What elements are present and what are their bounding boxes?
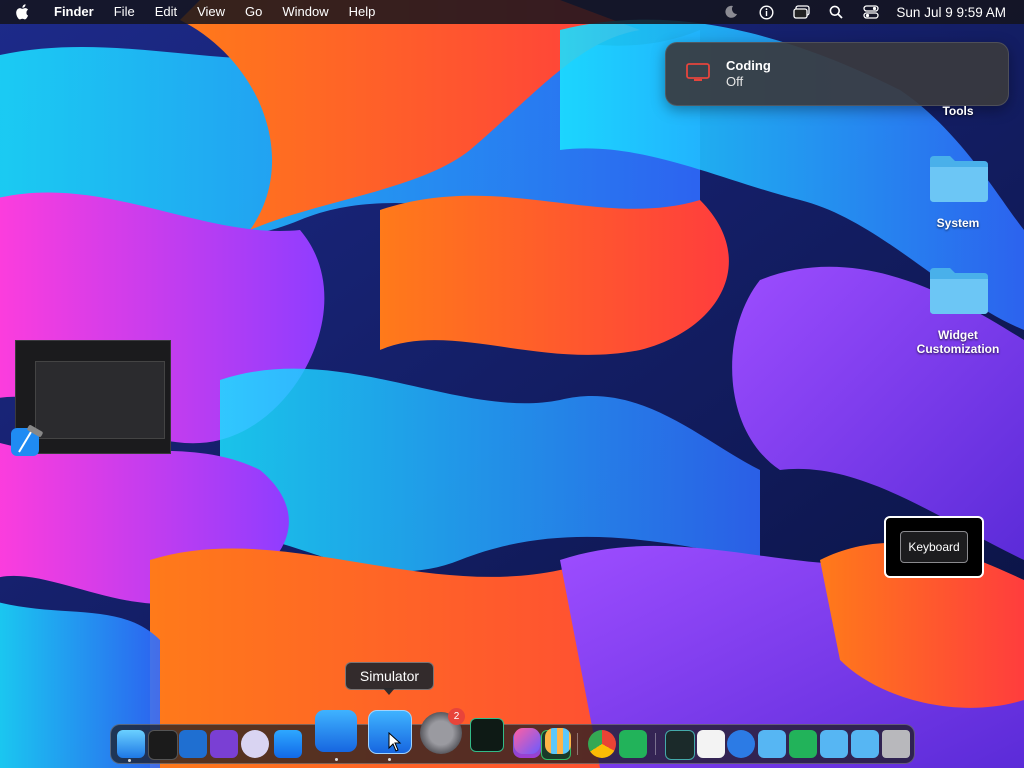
visual-studio-icon[interactable]: [210, 730, 238, 758]
mouse-pointer-icon: [388, 732, 402, 752]
folder-icon[interactable]: [758, 730, 786, 758]
terminal-icon[interactable]: [148, 730, 178, 760]
notification-badge: 2: [448, 708, 465, 725]
thumbnail-content: [35, 361, 165, 439]
keyboard-panel: Keyboard: [884, 516, 984, 578]
chrome-icon[interactable]: [588, 730, 616, 758]
menu-go[interactable]: Go: [245, 0, 262, 24]
menu-window[interactable]: Window: [282, 0, 328, 24]
menu-file[interactable]: File: [114, 0, 135, 24]
safari-icon[interactable]: [727, 730, 755, 758]
finder-icon[interactable]: [117, 730, 145, 758]
control-center-icon[interactable]: [862, 4, 880, 20]
app-green-icon[interactable]: [789, 730, 817, 758]
notification-subtitle: Off: [726, 74, 744, 89]
search-icon[interactable]: [827, 4, 845, 20]
running-indicator: [128, 759, 131, 762]
vscode-icon[interactable]: [179, 730, 207, 758]
keyboard-button[interactable]: Keyboard: [900, 531, 968, 563]
folder-icon[interactable]: [851, 730, 879, 758]
notification-title: Coding: [726, 58, 771, 73]
desktop-icon-label-tools[interactable]: Tools: [898, 104, 1018, 118]
document-icon[interactable]: [697, 730, 725, 758]
display-icon: [686, 63, 710, 81]
desktop: Finder File Edit View Go Window Help Sun…: [0, 0, 1024, 768]
menu-help[interactable]: Help: [349, 0, 376, 24]
folder-icon[interactable]: [928, 264, 990, 316]
moon-icon[interactable]: [722, 4, 740, 20]
desktop-icon-label-widget-customization[interactable]: Widget Customization: [898, 328, 1018, 356]
menu-view[interactable]: View: [197, 0, 225, 24]
launchpad-icon[interactable]: [545, 728, 571, 754]
apple-menu-icon[interactable]: [16, 0, 36, 24]
xcode-icon: [11, 425, 43, 456]
menu-app-name[interactable]: Finder: [54, 0, 94, 24]
screen-icon[interactable]: [665, 730, 695, 760]
desktop-icon-label-system[interactable]: System: [898, 216, 1018, 230]
app-store-icon[interactable]: [274, 730, 302, 758]
tooltip-arrow: [383, 688, 395, 695]
running-indicator: [388, 758, 391, 761]
shortcuts-icon[interactable]: [514, 728, 540, 754]
dock-separator: [655, 733, 656, 755]
menu-bar: Finder File Edit View Go Window Help Sun…: [0, 0, 1024, 24]
menu-clock[interactable]: Sun Jul 9 9:59 AM: [896, 5, 1006, 20]
running-indicator: [335, 758, 338, 761]
window-icon[interactable]: [792, 4, 810, 20]
xcode-icon[interactable]: [315, 710, 357, 752]
focus-notification[interactable]: Coding Off: [665, 42, 1009, 106]
dock-separator: [577, 733, 578, 755]
folder-icon[interactable]: [820, 730, 848, 758]
app-green-icon[interactable]: [619, 730, 647, 758]
activity-monitor-icon[interactable]: [470, 718, 504, 752]
dock: [110, 724, 915, 764]
menu-edit[interactable]: Edit: [155, 0, 177, 24]
dock-tooltip: Simulator: [345, 662, 434, 690]
folder-icon[interactable]: [928, 152, 990, 204]
info-icon[interactable]: [757, 4, 775, 20]
trash-icon[interactable]: [882, 730, 910, 758]
bbedit-icon[interactable]: [241, 730, 269, 758]
